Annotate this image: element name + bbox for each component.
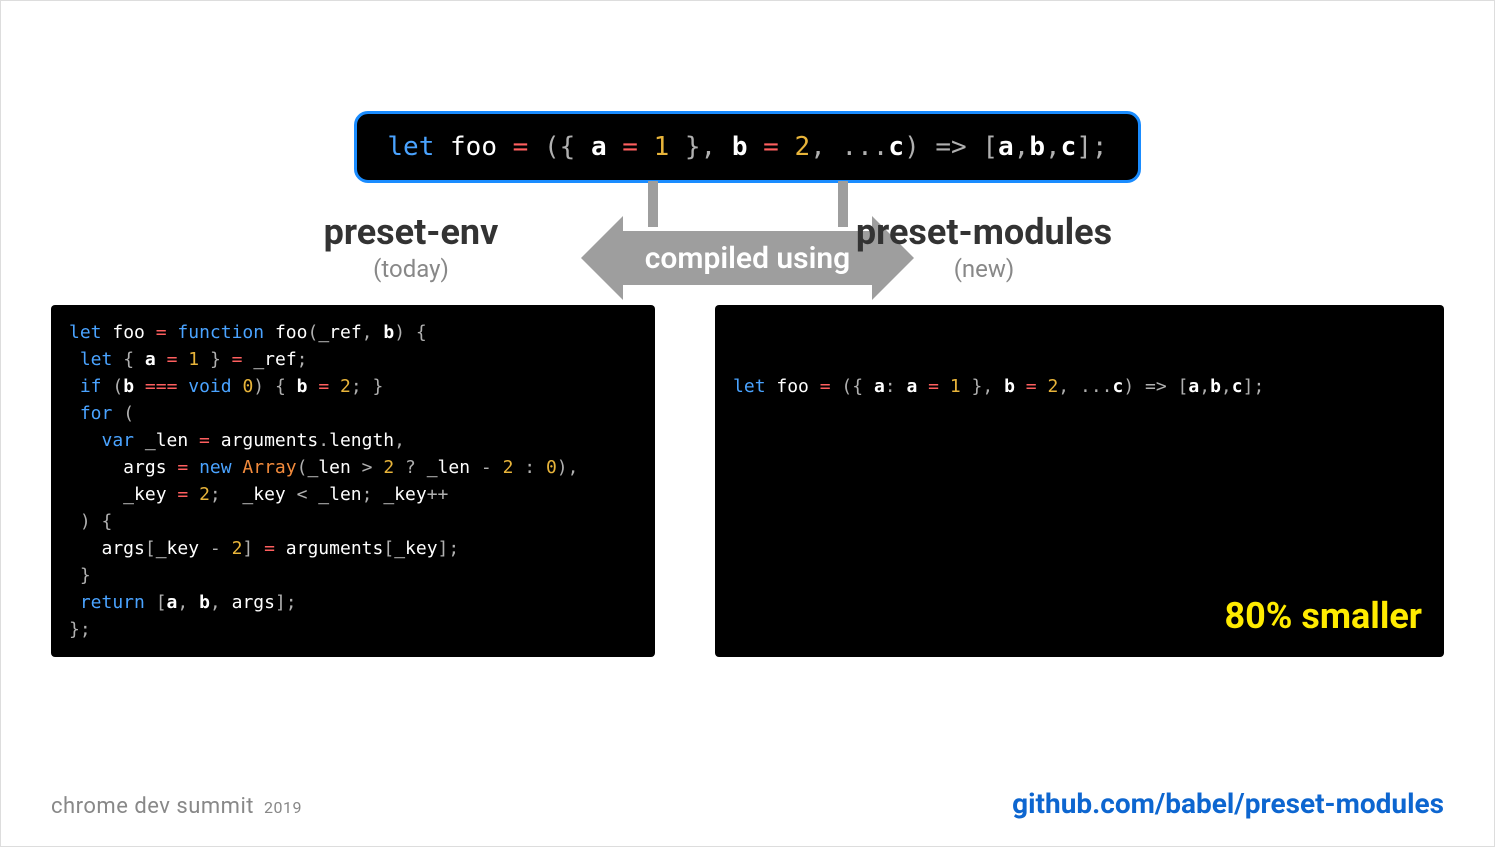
code-line: return [a, b, args]; [69, 589, 637, 616]
code-line: let foo = ({ a: a = 1 }, b = 2, ...c) =>… [733, 373, 1426, 400]
footer-link[interactable]: github.com/babel/preset-modules [1012, 787, 1444, 820]
size-badge: 80% smaller [1225, 589, 1423, 643]
connector-row: preset-env (today) compiled using preset… [51, 183, 1444, 293]
stem-left [648, 181, 658, 227]
source-code-box: let foo = ({ a = 1 }, b = 2, ...c) => [a… [354, 111, 1140, 183]
arrow-stems [628, 181, 868, 227]
left-label-sub: (today) [261, 255, 561, 283]
code-line: _key = 2; _key < _len; _key++ [69, 481, 637, 508]
event-year: 2019 [264, 798, 302, 817]
code-line: ) { [69, 508, 637, 535]
code-line: let foo = function foo(_ref, b) { [69, 319, 637, 346]
code-line: for ( [69, 400, 637, 427]
code-line: var _len = arguments.length, [69, 427, 637, 454]
code-line: }; [69, 616, 637, 643]
slide: let foo = ({ a = 1 }, b = 2, ...c) => [a… [0, 0, 1495, 847]
event-name: chrome dev summit [51, 794, 254, 819]
footer-left: chrome dev summit 2019 [51, 794, 302, 819]
right-label-title: preset-modules [834, 211, 1134, 253]
panels: let foo = function foo(_ref, b) { let { … [51, 305, 1444, 657]
code-line: args = new Array(_len > 2 ? _len - 2 : 0… [69, 454, 637, 481]
code-line: let { a = 1 } = _ref; [69, 346, 637, 373]
right-label: preset-modules (new) [834, 211, 1134, 283]
code-line: if (b === void 0) { b = 2; } [69, 373, 637, 400]
footer: chrome dev summit 2019 github.com/babel/… [51, 787, 1444, 820]
arrow-label: compiled using [645, 241, 850, 276]
code-line: args[_key - 2] = arguments[_key]; [69, 535, 637, 562]
left-label-title: preset-env [261, 211, 561, 253]
right-code-panel: let foo = ({ a: a = 1 }, b = 2, ...c) =>… [715, 305, 1444, 657]
left-code-panel: let foo = function foo(_ref, b) { let { … [51, 305, 655, 657]
code-line: } [69, 562, 637, 589]
right-label-sub: (new) [834, 255, 1134, 283]
top-area: let foo = ({ a = 1 }, b = 2, ...c) => [a… [51, 111, 1444, 293]
left-label: preset-env (today) [261, 211, 561, 283]
